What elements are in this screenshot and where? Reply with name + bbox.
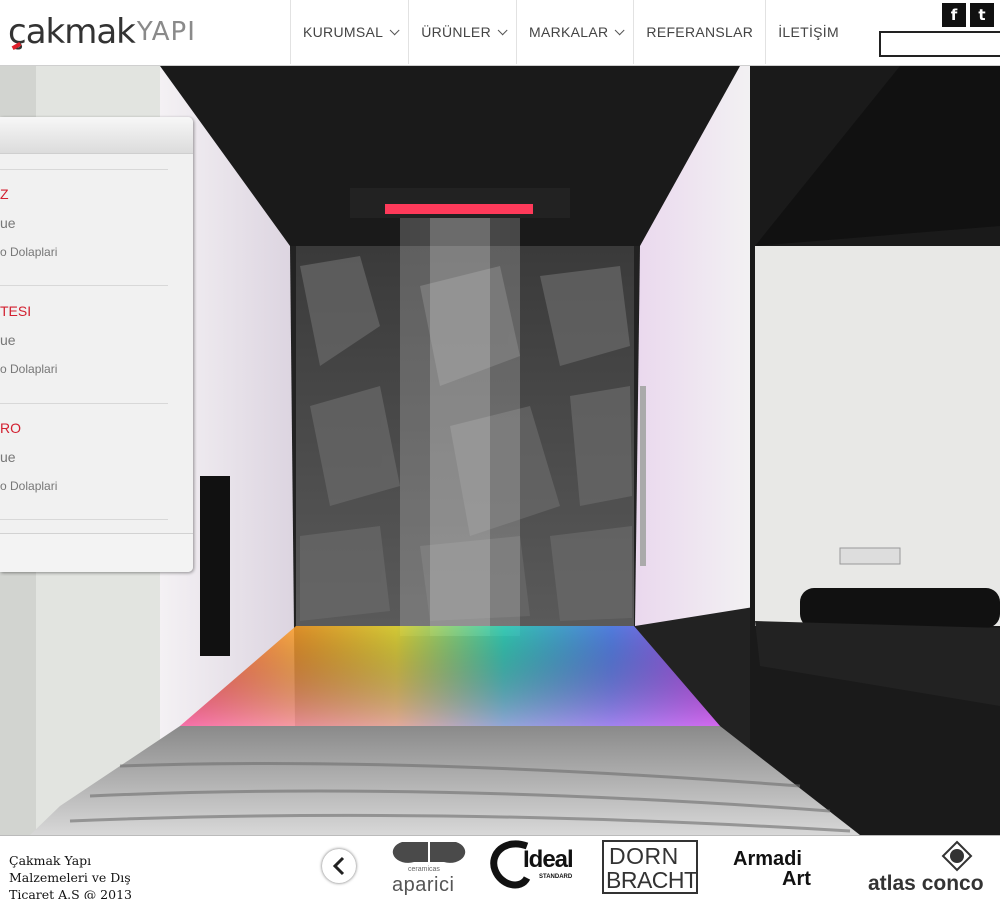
nav-referanslar[interactable]: REFERANSLAR — [633, 0, 765, 64]
nav-markalar[interactable]: MARKALAR — [515, 0, 633, 64]
nav-label: KURUMSAL — [303, 24, 384, 40]
project-title: Z — [0, 186, 9, 202]
chevron-left-icon — [332, 856, 345, 876]
site-header: çakmak YAPI KURUMSAL ÜRÜNLER MARKALAR REF… — [0, 0, 1000, 66]
ideal-small-text: STANDARD — [539, 874, 573, 880]
brand-dornbracht-logo[interactable]: DORN BRACHT — [602, 840, 698, 894]
twitter-icon[interactable]: t — [970, 3, 994, 27]
project-detail: o Dolaplari — [0, 245, 58, 259]
bracht-text: BRACHT — [606, 867, 698, 893]
copyright-text: Çakmak Yapı Malzemeleri ve Dış Ticaret A… — [9, 853, 132, 899]
aparici-mark-icon — [392, 842, 466, 863]
project-title: RO — [0, 420, 21, 436]
nav-iletisim[interactable]: İLETİŞİM — [765, 0, 851, 64]
nav-label: İLETİŞİM — [778, 24, 839, 40]
art-text: Art — [782, 868, 811, 890]
project-subtitle: ue — [0, 449, 16, 465]
chevron-down-icon — [497, 24, 508, 35]
panel-footer — [0, 533, 193, 572]
search-input[interactable] — [879, 31, 1000, 57]
divider — [0, 519, 168, 520]
nav-label: REFERANSLAR — [646, 24, 754, 40]
project-item[interactable]: RO ue o Dolaplari — [0, 403, 168, 520]
projects-panel: Z ue o Dolaplari TESI ue o Dolaplari RO … — [0, 117, 193, 572]
brands-prev-button[interactable] — [322, 849, 356, 883]
project-detail: o Dolaplari — [0, 362, 58, 376]
divider — [0, 169, 168, 170]
atlas-text: atlas conco — [868, 872, 984, 895]
project-subtitle: ue — [0, 215, 16, 231]
aparici-text: aparici — [392, 874, 455, 896]
project-subtitle: ue — [0, 332, 16, 348]
panel-header — [0, 117, 193, 154]
brand-aparici-logo[interactable]: ceramicas aparici — [390, 840, 470, 896]
facebook-icon[interactable]: f — [942, 3, 966, 27]
divider — [0, 285, 168, 286]
project-item[interactable]: Z ue o Dolaplari — [0, 169, 168, 286]
site-footer: Çakmak Yapı Malzemeleri ve Dış Ticaret A… — [0, 835, 1000, 899]
brand-atlas-concorde-logo[interactable]: atlas conco — [868, 840, 1000, 896]
chevron-down-icon — [389, 24, 400, 35]
project-title: TESI — [0, 303, 32, 319]
ideal-text: Ideal — [523, 846, 574, 873]
aparici-small-text: ceramicas — [408, 866, 440, 873]
main-nav: KURUMSAL ÜRÜNLER MARKALAR REFERANSLAR İL… — [290, 0, 851, 64]
site-logo[interactable]: çakmak YAPI — [8, 12, 196, 52]
dorn-text: DORN — [609, 843, 679, 869]
brand-ideal-standard-logo[interactable]: Ideal STANDARD — [487, 836, 582, 896]
nav-urunler[interactable]: ÜRÜNLER — [408, 0, 516, 64]
logo-part1: çakmak — [8, 12, 136, 52]
logo-part2: YAPI — [136, 17, 196, 47]
nav-kurumsal[interactable]: KURUMSAL — [290, 0, 408, 64]
nav-label: MARKALAR — [528, 24, 609, 40]
chevron-down-icon — [615, 24, 625, 35]
project-detail: o Dolaplari — [0, 479, 58, 493]
nav-label: ÜRÜNLER — [421, 24, 491, 40]
social-links: f t — [942, 3, 994, 27]
brand-armadi-art-logo[interactable]: Armadi Art — [733, 848, 833, 892]
atlas-shell-icon — [941, 840, 973, 872]
project-item[interactable]: TESI ue o Dolaplari — [0, 285, 168, 402]
divider — [0, 403, 168, 404]
